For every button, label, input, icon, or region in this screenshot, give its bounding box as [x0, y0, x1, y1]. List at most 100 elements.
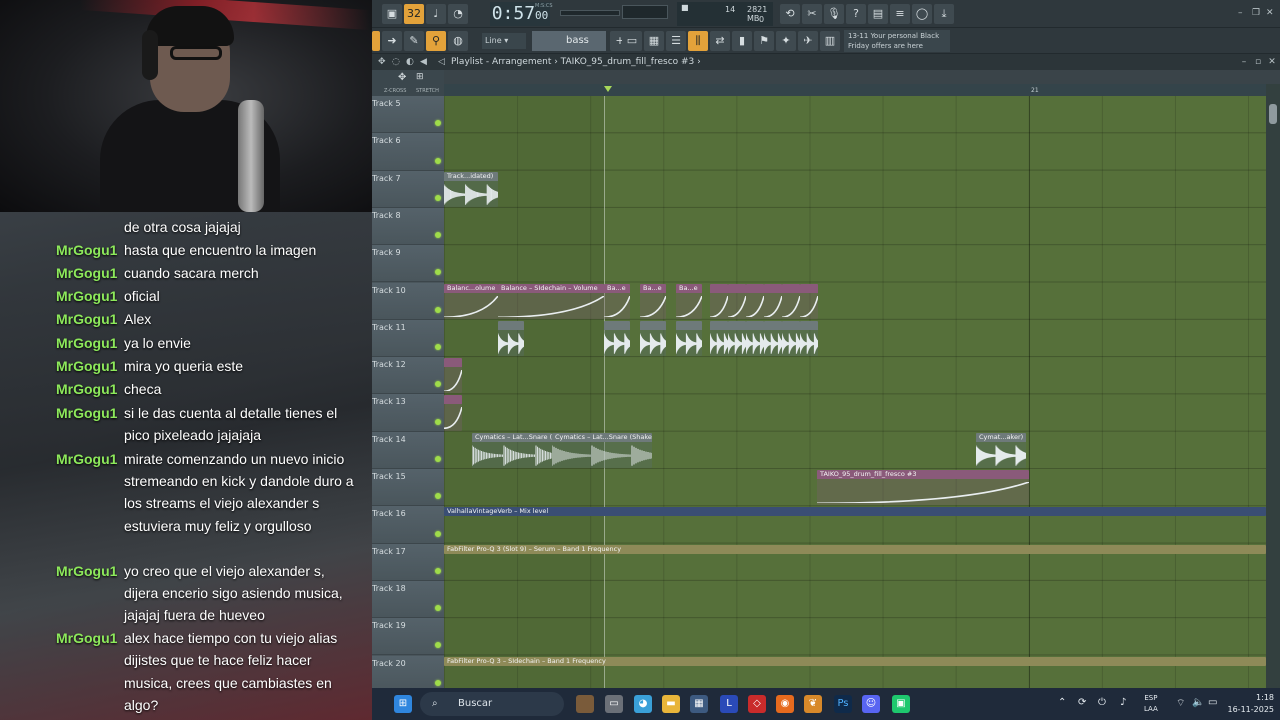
battery-icon[interactable]: ▭	[1208, 697, 1217, 708]
track-enable-led[interactable]	[435, 306, 441, 313]
plugin-picker-icon[interactable]: ⚑	[754, 31, 774, 51]
automation-clip[interactable]: Balanc...olume	[444, 283, 498, 319]
audio-clip[interactable]	[728, 320, 746, 357]
track-enable-led[interactable]	[435, 381, 441, 388]
browser-icon[interactable]: ⇄	[710, 31, 730, 51]
track-header[interactable]: Track 14	[372, 431, 444, 469]
discord-icon[interactable]: ☺	[862, 695, 880, 713]
track-header[interactable]: Track 9	[372, 245, 444, 283]
track-header[interactable]: Track 15	[372, 469, 444, 507]
track-enable-led[interactable]	[435, 493, 441, 500]
chat-username[interactable]: MrGogu1	[56, 262, 124, 284]
audio-clip[interactable]	[800, 320, 818, 357]
pattern-selector[interactable]: bass #5	[532, 31, 606, 66]
track-tools-icon[interactable]: ⊞	[416, 72, 424, 82]
volume-icon[interactable]: 🔈	[1192, 697, 1204, 708]
audio-clip[interactable]	[604, 320, 630, 357]
touch-keyboard-icon[interactable]: ✦	[776, 31, 796, 51]
chat-username[interactable]: MrGogu1	[56, 627, 124, 649]
chat-username[interactable]: MrGogu1	[56, 378, 124, 400]
playlist-expand-icon[interactable]: ◌	[392, 54, 400, 70]
track-enable-led[interactable]	[435, 605, 441, 612]
draw-tool-icon[interactable]: ✎	[404, 31, 424, 51]
track-header[interactable]: Track 17	[372, 543, 444, 581]
track-header[interactable]: Track 8	[372, 207, 444, 246]
song-position-marker[interactable]	[604, 86, 612, 92]
track-header[interactable]: Track 5	[372, 96, 444, 134]
obs-like-icon[interactable]: ▣	[892, 695, 910, 713]
mixer-toggle-icon[interactable]: ⫼	[688, 31, 708, 51]
l-app-icon[interactable]: L	[720, 695, 738, 713]
plugin-database-icon[interactable]: ▮	[732, 31, 752, 51]
cut-tool-icon[interactable]: ✂	[802, 4, 822, 24]
playlist-arrow-icon[interactable]: ◁	[438, 54, 445, 70]
playlist-menu-icon[interactable]: ✥	[378, 54, 386, 70]
vertical-scrollbar[interactable]	[1266, 84, 1280, 688]
automation-clip[interactable]: Ba...e	[640, 283, 666, 319]
audio-clip[interactable]	[710, 320, 728, 357]
track-enable-led[interactable]	[435, 455, 441, 462]
track-header[interactable]: Track 19	[372, 618, 444, 656]
tray-mic-icon[interactable]: ♪	[1120, 697, 1126, 708]
wifi-icon[interactable]: ⌔	[1176, 697, 1185, 710]
audio-clip[interactable]	[782, 320, 800, 357]
audio-clip[interactable]: Cymat...aker)	[976, 432, 1026, 468]
firefox-icon[interactable]: ◉	[776, 695, 794, 713]
piano-roll-icon[interactable]: ▦	[644, 31, 664, 51]
download-icon[interactable]: ⤓	[934, 4, 954, 24]
tray-sync-icon[interactable]: ⟳	[1078, 697, 1086, 708]
automation-clip[interactable]	[728, 283, 746, 319]
undo-icon[interactable]: ⟲	[780, 4, 800, 24]
chat-username[interactable]: MrGogu1	[56, 239, 124, 261]
track-enable-led[interactable]	[435, 157, 441, 164]
chat-username[interactable]: MrGogu1	[56, 285, 124, 307]
fl-studio-taskbar-icon[interactable]: ❦	[804, 695, 822, 713]
minimize-button[interactable]: –	[1238, 8, 1243, 18]
chat-username[interactable]: MrGogu1	[56, 308, 124, 330]
playlist-snap-icon[interactable]: ◐	[406, 54, 414, 70]
start-button-icon[interactable]: ⊞	[394, 695, 412, 713]
master-volume-slider[interactable]	[560, 10, 620, 16]
widgets-icon[interactable]	[576, 695, 594, 713]
photoshop-icon[interactable]: Ps	[834, 695, 852, 713]
playhead[interactable]	[604, 96, 605, 688]
taskbar-search[interactable]: ⌕ Buscar	[420, 692, 564, 716]
automation-clip[interactable]	[746, 283, 764, 319]
automation-clip[interactable]	[800, 283, 818, 319]
track-enable-led[interactable]	[435, 567, 441, 574]
restore-button[interactable]: ❐	[1252, 8, 1260, 18]
track-header[interactable]: Track 10	[372, 282, 444, 320]
track-header[interactable]: Track 11	[372, 319, 444, 358]
track-header[interactable]: Track 12	[372, 357, 444, 395]
automation-clip[interactable]: Balance – SIdechain – Volume	[498, 283, 604, 319]
zero-cross-toggle[interactable]: Z-CROSS	[384, 88, 406, 94]
tray-power-icon[interactable]: ⏻	[1098, 697, 1106, 708]
track-enable-led[interactable]	[435, 269, 441, 276]
automation-clip[interactable]	[444, 358, 462, 394]
automation-clip[interactable]	[444, 395, 462, 431]
track-header[interactable]: Track 18	[372, 580, 444, 619]
edison-icon[interactable]: ✈	[798, 31, 818, 51]
chat-username[interactable]: MrGogu1	[56, 448, 124, 470]
chat-username[interactable]: MrGogu1	[56, 355, 124, 377]
audio-clip[interactable]: Track...idated)	[444, 171, 498, 207]
shield-app-icon[interactable]: ◇	[748, 695, 766, 713]
pattern-song-toggle[interactable]: ▣	[382, 4, 402, 24]
automation-lane-clip[interactable]: FabFilter Pro-Q 3 – SIdechain – Band 1 F…	[444, 656, 1266, 666]
automation-clip[interactable]	[710, 283, 728, 319]
automation-clip[interactable]	[782, 283, 800, 319]
link-tool-icon[interactable]: ⚲	[426, 31, 446, 51]
task-view-icon[interactable]: ▭	[605, 695, 623, 713]
audio-clip[interactable]: Cymatics – Lat...Snare (Shaker)	[472, 432, 552, 468]
track-enable-led[interactable]	[435, 194, 441, 201]
master-pitch-slider[interactable]	[622, 5, 668, 19]
chat-username[interactable]: MrGogu1	[56, 332, 124, 354]
stretch-toggle[interactable]: STRETCH	[416, 88, 439, 94]
track-enable-led[interactable]	[435, 642, 441, 649]
track-header[interactable]: Track 6	[372, 133, 444, 171]
track-header[interactable]: Track 20	[372, 655, 444, 688]
track-enable-led[interactable]	[435, 120, 441, 127]
playlist-close-button[interactable]: ✕	[1266, 54, 1278, 70]
microphone-icon[interactable]: 🎙	[824, 4, 844, 24]
playlist-minimize-button[interactable]: –	[1238, 54, 1250, 70]
